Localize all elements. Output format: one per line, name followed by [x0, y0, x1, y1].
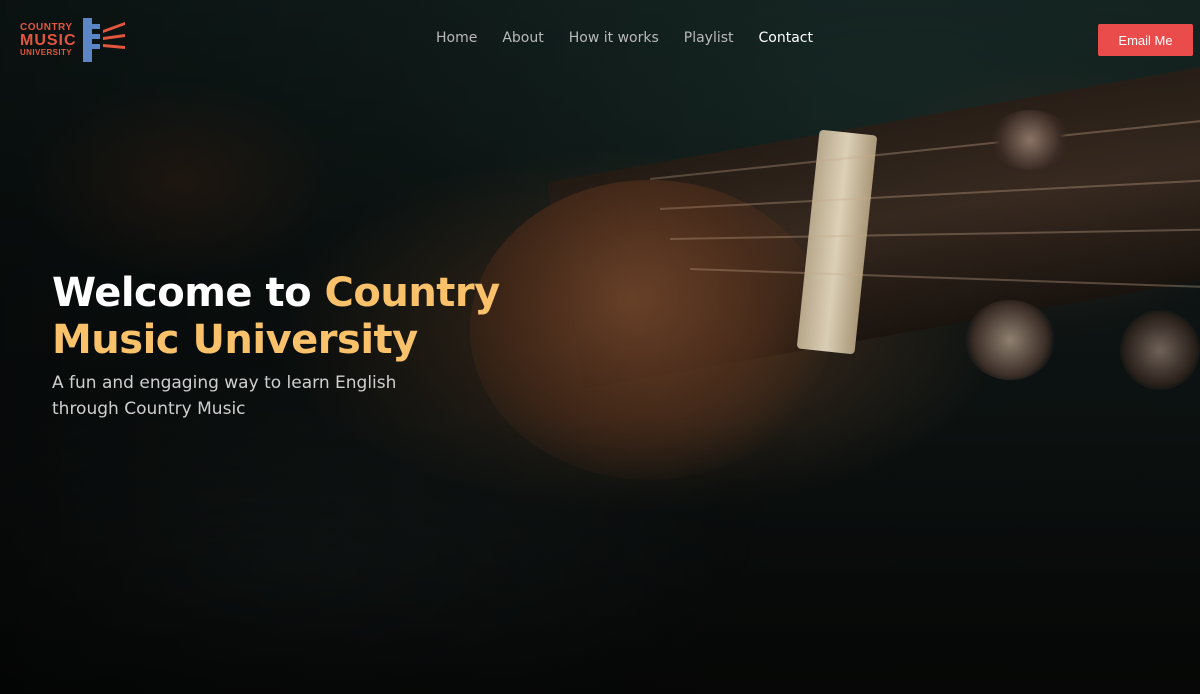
- tuning-peg-image: [965, 300, 1055, 380]
- logo-wordmark: COUNTRY MUSIC UNIVERSITY: [20, 23, 77, 57]
- nav-item-contact[interactable]: Contact: [759, 30, 813, 46]
- site-header: COUNTRY MUSIC UNIVERSITY Home About How …: [0, 0, 1200, 80]
- tuning-peg-image: [1120, 310, 1200, 390]
- tuning-peg-image: [990, 110, 1070, 170]
- nav-item-about[interactable]: About: [502, 30, 543, 46]
- site-logo[interactable]: COUNTRY MUSIC UNIVERSITY: [20, 16, 130, 64]
- hero-title-white: Welcome to: [52, 270, 325, 316]
- email-me-button[interactable]: Email Me: [1098, 24, 1193, 56]
- hero-subtitle: A fun and engaging way to learn English …: [52, 373, 397, 419]
- logo-line-2: MUSIC: [20, 32, 77, 49]
- guitar-string: [659, 178, 1200, 210]
- guitar-neck-image: [547, 60, 1200, 390]
- nav-item-home[interactable]: Home: [436, 30, 477, 46]
- hero-title: Welcome to Country Music University: [52, 270, 612, 364]
- nav-item-how-it-works[interactable]: How it works: [569, 30, 659, 46]
- nav-item-playlist[interactable]: Playlist: [684, 30, 734, 46]
- guitar-string: [649, 119, 1200, 180]
- logo-line-3: UNIVERSITY: [20, 48, 73, 57]
- hero-section: COUNTRY MUSIC UNIVERSITY Home About How …: [0, 0, 1200, 694]
- guitar-nut-image: [796, 129, 878, 355]
- flag-icon: [82, 18, 125, 62]
- main-nav: Home About How it works Playlist Contact: [436, 30, 838, 46]
- guitar-string: [689, 268, 1200, 289]
- guitar-string: [669, 228, 1200, 240]
